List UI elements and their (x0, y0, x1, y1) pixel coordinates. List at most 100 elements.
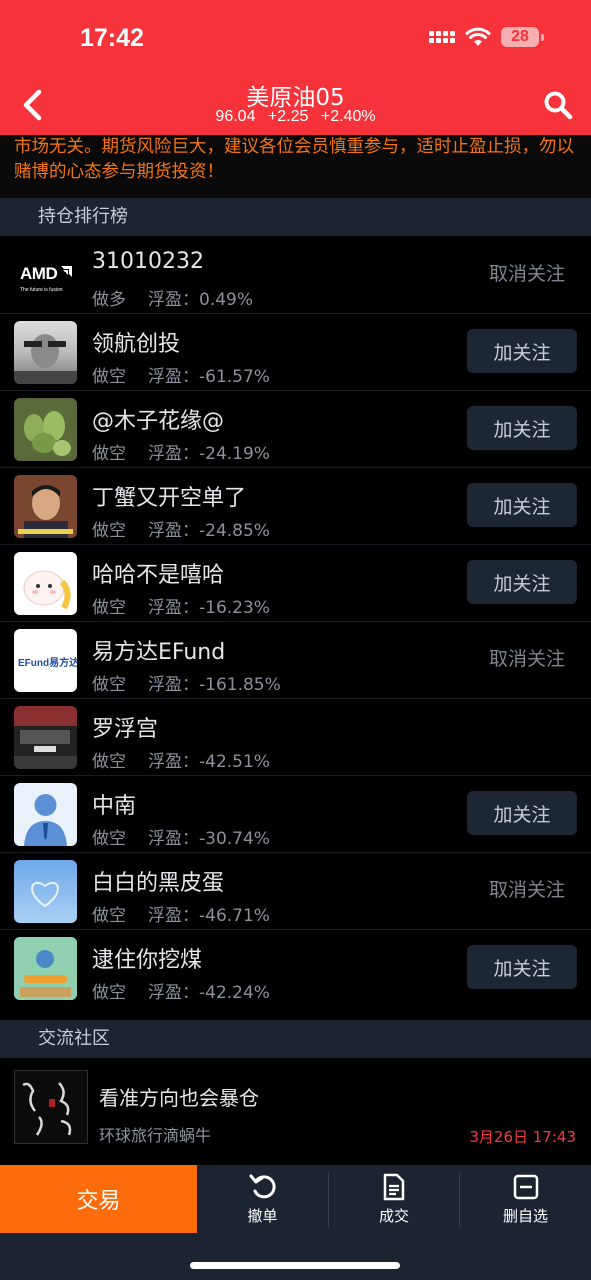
efund-logo-text: EFund易方达 (18, 658, 77, 669)
amd-tagline: The future is fusion (20, 287, 63, 293)
list-item[interactable]: 罗浮宫 做空 浮盈：-42.51% (0, 699, 591, 776)
position-info: 做多 浮盈：0.49% (92, 285, 253, 310)
position-info: 做空 浮盈：-16.23% (92, 593, 270, 618)
position-direction: 做空 (92, 521, 126, 541)
position-info: 做空 浮盈：-24.19% (92, 439, 270, 464)
unfollow-button[interactable]: 取消关注 (489, 259, 565, 286)
efund-logo-avatar: EFund易方达 (14, 629, 77, 692)
float-label: 浮盈： (148, 521, 199, 541)
remove-watchlist-button[interactable]: 删自选 (460, 1165, 591, 1233)
deals-label: 成交 (378, 1206, 409, 1225)
battery-indicator: 28 (501, 27, 544, 47)
home-indicator (190, 1262, 400, 1269)
list-item[interactable]: 丁蟹又开空单了 做空 浮盈：-24.85% 加关注 (0, 468, 591, 545)
trader-name: 白白的黑皮蛋 (92, 871, 225, 896)
list-item[interactable]: 中南 做空 浮盈：-30.74% 加关注 (0, 776, 591, 853)
minus-square-icon (513, 1174, 538, 1199)
trader-name: 丁蟹又开空单了 (92, 486, 247, 511)
position-direction: 做空 (92, 675, 126, 695)
price-line: 96.04 +2.25 +2.40% (0, 108, 591, 126)
trader-name: 逮住你挖煤 (92, 948, 203, 973)
position-info: 做空 浮盈：-161.85% (92, 670, 281, 695)
float-label: 浮盈： (148, 906, 199, 926)
float-label: 浮盈： (148, 367, 199, 387)
calligraphy-avatar (14, 1070, 88, 1144)
float-label: 浮盈： (148, 675, 199, 695)
list-item[interactable]: EFund易方达 易方达EFund 做空 浮盈：-161.85% 取消关注 (0, 622, 591, 699)
float-label: 浮盈： (148, 290, 199, 310)
follow-button[interactable]: 加关注 (467, 406, 577, 450)
position-direction: 做空 (92, 983, 126, 1003)
float-pnl: -46.71% (199, 906, 270, 926)
car-photo-avatar (14, 706, 77, 769)
float-pnl: -16.23% (199, 598, 270, 618)
price: 96.04 (215, 108, 256, 125)
float-pnl: -42.24% (199, 983, 270, 1003)
undo-icon (249, 1174, 276, 1198)
float-pnl: -30.74% (199, 829, 270, 849)
top-bar: 17:42 28 美原油05 96.04 +2.25 +2.40% (0, 0, 591, 135)
trader-name: @木子花缘@ (92, 409, 225, 434)
list-item[interactable]: AMD The future is fusion 31010232 做多 浮盈：0… (0, 237, 591, 314)
trader-name: 中南 (92, 794, 137, 819)
amd-arrow-icon (61, 266, 72, 277)
follow-button[interactable]: 加关注 (467, 483, 577, 527)
position-direction: 做空 (92, 906, 126, 926)
position-direction: 做空 (92, 367, 126, 387)
cellular-signal-icon (429, 31, 455, 43)
game-screenshot-avatar (14, 937, 77, 1000)
list-item[interactable]: 哈哈不是嘻哈 做空 浮盈：-16.23% 加关注 (0, 545, 591, 622)
remove-watchlist-label: 删自选 (502, 1206, 548, 1225)
trader-name: 31010232 (92, 249, 204, 274)
deals-button[interactable]: 成交 (329, 1165, 459, 1233)
trade-button[interactable]: 交易 (0, 1165, 197, 1233)
follow-button[interactable]: 加关注 (467, 945, 577, 989)
list-item[interactable]: 领航创投 做空 浮盈：-61.57% 加关注 (0, 314, 591, 391)
trader-name: 领航创投 (92, 332, 181, 357)
cancel-order-button[interactable]: 撤单 (197, 1165, 328, 1233)
wifi-icon (465, 27, 491, 46)
post-date: 3月26日 17:43 (469, 1128, 576, 1146)
trader-name: 哈哈不是嘻哈 (92, 563, 225, 588)
position-info: 做空 浮盈：-24.85% (92, 516, 270, 541)
list-item[interactable]: 白白的黑皮蛋 做空 浮盈：-46.71% 取消关注 (0, 853, 591, 930)
float-label: 浮盈： (148, 983, 199, 1003)
float-pnl: -61.57% (199, 367, 270, 387)
price-change-pct: +2.40% (320, 108, 376, 125)
position-info: 做空 浮盈：-46.71% (92, 901, 270, 926)
float-label: 浮盈： (148, 752, 199, 772)
community-section-header: 交流社区 (0, 1020, 591, 1058)
post-author: 环球旅行滴蜗牛 (99, 1126, 212, 1145)
position-info: 做空 浮盈：-30.74% (92, 824, 270, 849)
document-icon (383, 1173, 405, 1200)
succulent-photo-avatar (14, 398, 77, 461)
follow-button[interactable]: 加关注 (467, 791, 577, 835)
cancel-order-label: 撤单 (247, 1206, 278, 1225)
float-pnl: -24.85% (199, 521, 270, 541)
list-item[interactable]: 逮住你挖煤 做空 浮盈：-42.24% 加关注 (0, 930, 591, 1007)
follow-button[interactable]: 加关注 (467, 560, 577, 604)
position-direction: 做空 (92, 444, 126, 464)
float-label: 浮盈： (148, 598, 199, 618)
amd-logo-text: AMD (20, 264, 58, 283)
float-pnl: 0.49% (199, 290, 254, 310)
ranking-list: AMD The future is fusion 31010232 做多 浮盈：0… (0, 237, 591, 1007)
page-title: 美原油05 (246, 85, 345, 111)
trader-name: 罗浮宫 (92, 717, 159, 742)
status-icons: 28 (429, 27, 544, 47)
price-change: +2.25 (267, 108, 309, 125)
list-item[interactable]: @木子花缘@ 做空 浮盈：-24.19% 加关注 (0, 391, 591, 468)
position-info: 做空 浮盈：-42.51% (92, 747, 270, 772)
status-time: 17:42 (80, 24, 144, 52)
float-pnl: -42.51% (199, 752, 270, 772)
follow-button[interactable]: 加关注 (467, 329, 577, 373)
position-direction: 做空 (92, 752, 126, 772)
unfollow-button[interactable]: 取消关注 (489, 644, 565, 671)
amd-logo-avatar: AMD The future is fusion (14, 244, 77, 307)
post-title: 看准方向也会暴仓 (99, 1086, 259, 1110)
unfollow-button[interactable]: 取消关注 (489, 875, 565, 902)
community-post[interactable]: 看准方向也会暴仓 环球旅行滴蜗牛 3月26日 17:43 (0, 1058, 591, 1158)
sky-heart-photo-avatar (14, 860, 77, 923)
search-icon[interactable] (543, 90, 573, 120)
float-label: 浮盈： (148, 444, 199, 464)
